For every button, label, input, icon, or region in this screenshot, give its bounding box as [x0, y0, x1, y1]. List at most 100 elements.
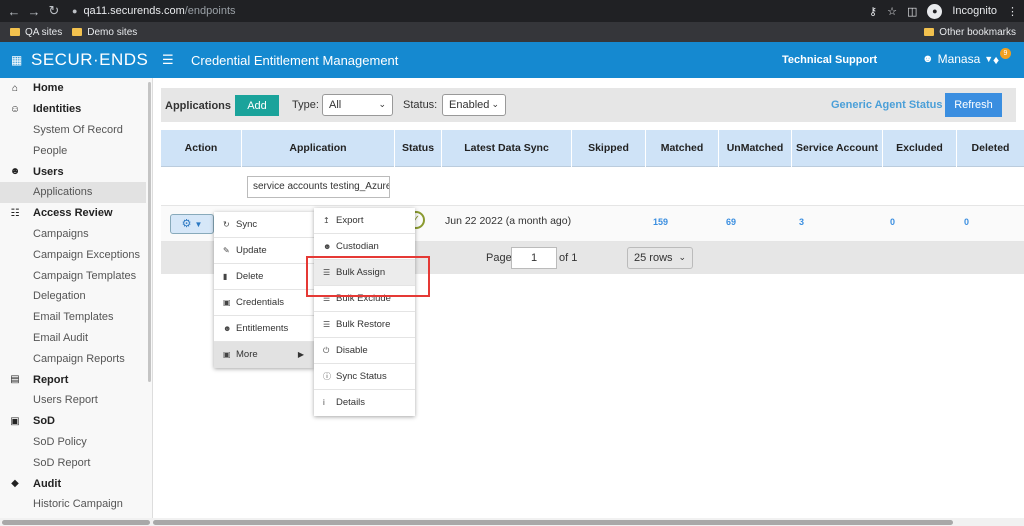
- deleted-count-link[interactable]: 0: [964, 217, 969, 227]
- sidebar-item-label: People: [33, 144, 68, 157]
- action-menu: ↻ Sync ✎ Update ▮ Delete ▣ Credentials ☻ Enti…: [214, 212, 314, 368]
- menu-item-label: Disable: [336, 345, 368, 356]
- menu-toggle-icon[interactable]: ☰: [162, 52, 174, 68]
- bookmark-demo-sites[interactable]: Demo sites: [72, 27, 137, 38]
- excluded-count-link[interactable]: 0: [890, 217, 895, 227]
- caret-down-icon: ▼: [984, 54, 994, 64]
- sidebar-item-campaign-templates[interactable]: Campaign Templates: [0, 265, 152, 286]
- sidebar-item-identities[interactable]: ☺ Identities: [0, 99, 152, 120]
- generic-agent-status-link[interactable]: Generic Agent Status: [831, 99, 942, 111]
- menu-item-update[interactable]: ✎ Update: [214, 238, 314, 264]
- sidebar-item-campaign-reports[interactable]: Campaign Reports: [0, 348, 152, 369]
- user-menu[interactable]: ☻ Manasa ▼: [922, 52, 993, 66]
- sidebar-item-sod-policy[interactable]: SoD Policy: [0, 432, 152, 453]
- back-icon[interactable]: ←: [4, 4, 24, 19]
- sidebar-item-email-templates[interactable]: Email Templates: [0, 307, 152, 328]
- sidebar-item-label: Campaigns: [33, 227, 89, 240]
- folder-icon: [72, 28, 83, 36]
- rows-per-page-value: 25 rows: [634, 252, 673, 264]
- page-number-input[interactable]: 1: [511, 247, 557, 269]
- sidebar-item-campaigns[interactable]: Campaigns: [0, 224, 152, 245]
- bell-icon[interactable]: ♦: [993, 53, 999, 67]
- menu-item-sync[interactable]: ↻ Sync: [214, 212, 314, 238]
- kebab-menu-icon[interactable]: ⋮: [1007, 5, 1018, 18]
- type-select-value: All: [329, 99, 342, 111]
- menu-item-sync-status[interactable]: ⓘ Sync Status: [314, 364, 415, 390]
- sidebar-item-users[interactable]: ☻ Users: [0, 161, 152, 182]
- applications-toolbar: Applications Add Type: All ⌄ Status: Ena…: [161, 88, 1016, 122]
- service-account-count-link[interactable]: 3: [799, 217, 804, 227]
- info-circle-icon: ⓘ: [323, 372, 331, 381]
- rows-per-page-select[interactable]: 25 rows ⌄: [627, 247, 693, 269]
- col-latest-data-sync[interactable]: Latest Data Sync: [442, 130, 572, 167]
- menu-item-disable[interactable]: ⏻ Disable: [314, 338, 415, 364]
- status-select[interactable]: Enabled ⌄: [442, 94, 506, 116]
- sidebar-item-users-report[interactable]: Users Report: [0, 390, 152, 411]
- col-matched[interactable]: Matched: [646, 130, 719, 167]
- key-icon[interactable]: ⚷: [869, 5, 877, 18]
- menu-item-more[interactable]: ▣ More ▶: [214, 342, 314, 368]
- sidebar-item-label: Report: [33, 373, 69, 386]
- sidebar-item-delegation[interactable]: Delegation: [0, 286, 152, 307]
- col-application[interactable]: Application: [242, 130, 395, 167]
- menu-item-entitlements[interactable]: ☻ Entitlements: [214, 316, 314, 342]
- sidebar-item-people[interactable]: People: [0, 140, 152, 161]
- sidebar-item-label: SoD: [33, 415, 55, 428]
- other-bookmarks[interactable]: Other bookmarks: [924, 22, 1016, 42]
- menu-item-delete[interactable]: ▮ Delete: [214, 264, 314, 290]
- col-deleted[interactable]: Deleted: [957, 130, 1024, 167]
- col-unmatched[interactable]: UnMatched: [719, 130, 792, 167]
- star-icon[interactable]: ☆: [887, 5, 897, 18]
- col-excluded[interactable]: Excluded: [883, 130, 957, 167]
- incognito-icon[interactable]: ●: [927, 3, 943, 19]
- scrollbar-thumb[interactable]: [153, 520, 953, 525]
- sidepanel-icon[interactable]: ◫: [907, 5, 917, 18]
- menu-item-label: Sync: [236, 219, 258, 230]
- sidebar-item-system-of-record[interactable]: System Of Record: [0, 120, 152, 141]
- menu-item-export[interactable]: ↥ Export: [314, 208, 415, 234]
- application-filter-input[interactable]: service accounts testing_Azure: [247, 176, 390, 198]
- bookmark-qa-sites[interactable]: QA sites: [10, 27, 62, 38]
- type-select[interactable]: All ⌄: [322, 94, 393, 116]
- url-host: qa11.securends.com: [83, 5, 185, 17]
- user-name: Manasa: [937, 52, 981, 66]
- menu-item-details[interactable]: i Details: [314, 390, 415, 416]
- sidebar-item-report[interactable]: ▤ Report: [0, 369, 152, 390]
- sidebar-item-email-audit[interactable]: Email Audit: [0, 328, 152, 349]
- add-button[interactable]: Add: [235, 95, 279, 116]
- col-service-account[interactable]: Service Account: [792, 130, 883, 167]
- bookmark-label: QA sites: [25, 26, 63, 38]
- menu-item-credentials[interactable]: ▣ Credentials: [214, 290, 314, 316]
- menu-item-bulk-restore[interactable]: ☰ Bulk Restore: [314, 312, 415, 338]
- apps-grid-icon[interactable]: ▦: [11, 53, 23, 67]
- forward-icon[interactable]: →: [24, 4, 44, 19]
- refresh-button[interactable]: Refresh: [945, 93, 1002, 117]
- col-status[interactable]: Status: [395, 130, 442, 167]
- sidebar-item-campaign-exceptions[interactable]: Campaign Exceptions: [0, 244, 152, 265]
- action-gear-button[interactable]: ⚙ ▼: [170, 214, 214, 234]
- sidebar-item-sod-report[interactable]: SoD Report: [0, 452, 152, 473]
- matched-count-link[interactable]: 159: [653, 217, 668, 227]
- sidebar-item-audit[interactable]: ◆ Audit: [0, 473, 152, 494]
- upload-icon: ↥: [323, 216, 330, 225]
- sidebar-item-applications[interactable]: Applications: [0, 181, 146, 203]
- sidebar-item-home[interactable]: ⌂ Home: [0, 78, 152, 99]
- sidebar-item-label: Users Report: [33, 394, 98, 407]
- col-skipped[interactable]: Skipped: [572, 130, 646, 167]
- sidebar-item-access-review[interactable]: ☷ Access Review: [0, 203, 152, 224]
- menu-item-label: Details: [336, 397, 366, 408]
- sidebar-scrollbar[interactable]: [148, 82, 151, 382]
- sidebar-item-label: Campaign Reports: [33, 352, 125, 365]
- main-horizontal-scrollbar[interactable]: [153, 518, 1024, 526]
- sidebar-horizontal-scrollbar[interactable]: [0, 518, 153, 526]
- sidebar-item-sod[interactable]: ▣ SoD: [0, 411, 152, 432]
- scrollbar-thumb[interactable]: [2, 520, 150, 525]
- col-action[interactable]: Action: [161, 130, 242, 167]
- address-bar[interactable]: ● qa11.securends.com/endpoints: [72, 3, 872, 19]
- trash-icon: ▮: [223, 272, 228, 281]
- reload-icon[interactable]: ↻: [44, 3, 64, 19]
- more-box-icon: ▣: [223, 350, 231, 359]
- unmatched-count-link[interactable]: 69: [726, 217, 736, 227]
- sidebar-item-historic-campaign[interactable]: Historic Campaign: [0, 494, 152, 515]
- technical-support-link[interactable]: Technical Support: [782, 54, 877, 66]
